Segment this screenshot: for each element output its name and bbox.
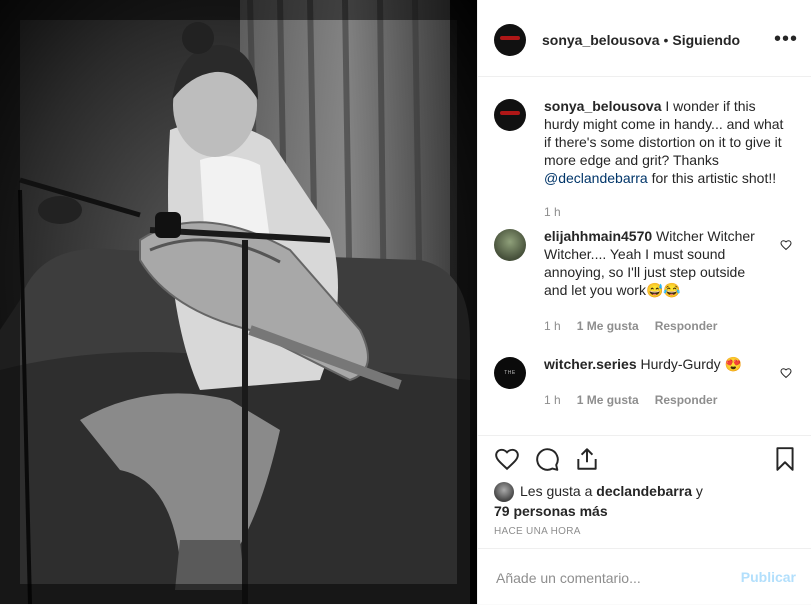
reply-button[interactable]: Responder — [655, 393, 718, 407]
separator-dot: • — [663, 32, 669, 48]
more-options-icon[interactable]: ••• — [774, 28, 798, 51]
comments-section: sonya_belousova I wonder if this hurdy m… — [478, 77, 811, 435]
caption-body-end: for this artistic shot!! — [647, 170, 777, 186]
liker-avatar[interactable] — [494, 482, 514, 503]
comment-text: elijahhmain4570 Witcher Witcher Witcher.… — [544, 227, 764, 299]
share-icon[interactable] — [574, 446, 600, 472]
author-username[interactable]: sonya_belousova — [542, 32, 660, 48]
author-line: sonya_belousova • Siguiendo — [542, 32, 740, 48]
comment-time[interactable]: 1 h — [544, 319, 561, 333]
caption-username[interactable]: sonya_belousova — [544, 98, 662, 114]
comment-avatar-witcher[interactable]: THE WITCHER — [494, 357, 526, 389]
following-status[interactable]: Siguiendo — [672, 32, 740, 48]
likes-prefix: Les gusta a — [520, 483, 597, 499]
add-comment-bar: Publicar — [478, 548, 811, 605]
post-header: sonya_belousova • Siguiendo ••• — [478, 0, 811, 77]
comment-avatar[interactable] — [494, 229, 526, 261]
caption-time[interactable]: 1 h — [544, 205, 561, 219]
comment-meta: 1 h 1 Me gusta Responder — [544, 319, 733, 333]
comment-username[interactable]: witcher.series — [544, 356, 637, 372]
likes-count[interactable]: 79 personas más — [494, 503, 608, 519]
heart-icon[interactable] — [494, 446, 520, 472]
comment-input[interactable] — [494, 565, 728, 591]
post-photo[interactable] — [0, 0, 477, 604]
instagram-post: sonya_belousova • Siguiendo ••• sonya_belo… — [0, 0, 811, 604]
comment-meta: 1 h 1 Me gusta Responder — [544, 393, 733, 407]
comment-text: witcher.series Hurdy-Gurdy 😍 — [544, 355, 764, 373]
photo-musician-hurdy-gurdy — [0, 0, 477, 604]
comment-icon[interactable] — [534, 446, 560, 472]
like-comment-heart-icon[interactable] — [780, 239, 792, 251]
comment-time[interactable]: 1 h — [544, 393, 561, 407]
caption-meta: 1 h — [544, 205, 577, 219]
comment-likes[interactable]: 1 Me gusta — [577, 319, 639, 333]
comment-body: Hurdy-Gurdy 😍 — [636, 356, 742, 372]
reply-button[interactable]: Responder — [655, 319, 718, 333]
post-actions: Les gusta a declandebarra y 79 personas … — [478, 435, 811, 604]
post-timestamp[interactable]: HACE UNA HORA — [494, 526, 581, 537]
caption-avatar[interactable] — [494, 99, 526, 131]
caption-text: sonya_belousova I wonder if this hurdy m… — [544, 97, 794, 187]
like-comment-heart-icon[interactable] — [780, 367, 792, 379]
comment-username[interactable]: elijahhmain4570 — [544, 228, 652, 244]
save-bookmark-icon[interactable] — [772, 446, 798, 472]
comment-likes[interactable]: 1 Me gusta — [577, 393, 639, 407]
author-avatar[interactable] — [494, 24, 526, 56]
likes-summary: Les gusta a declandebarra y 79 personas … — [494, 482, 794, 520]
post-side-panel: sonya_belousova • Siguiendo ••• sonya_belo… — [477, 0, 811, 604]
publish-button[interactable]: Publicar — [741, 569, 796, 585]
caption-mention[interactable]: @declandebarra — [544, 170, 648, 186]
liker-username[interactable]: declandebarra — [596, 483, 692, 499]
likes-middle: y — [692, 483, 703, 499]
